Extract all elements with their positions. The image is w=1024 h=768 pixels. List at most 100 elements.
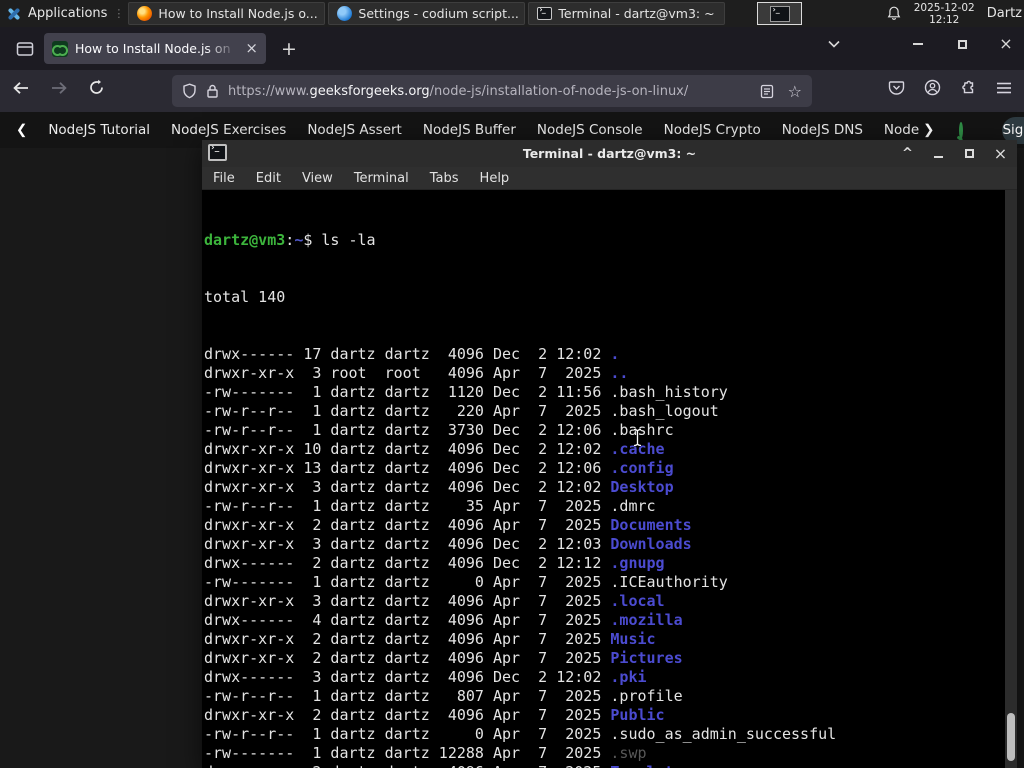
file-name: Public — [610, 706, 665, 724]
forward-button[interactable] — [50, 80, 68, 96]
menu-view[interactable]: View — [302, 171, 333, 186]
minimize-icon[interactable] — [910, 36, 926, 52]
subnav-link[interactable]: NodeJS Buffer — [423, 122, 516, 138]
file-name: .swp — [610, 744, 647, 762]
toolbar-right-icons — [888, 79, 1012, 96]
ls-output-row: -rw-r--r-- 1 dartz dartz 35 Apr 7 2025 .… — [204, 497, 656, 515]
menu-help[interactable]: Help — [480, 171, 510, 186]
file-name: Desktop — [610, 478, 674, 496]
reader-mode-icon[interactable] — [760, 84, 774, 99]
ls-output-row: drwx------ 2 dartz dartz 4096 Dec 2 12:1… — [204, 554, 665, 572]
tab-title: How to Install Node.js on — [75, 41, 231, 56]
subnav-link[interactable]: NodeJS Console — [537, 122, 643, 138]
panel-clock[interactable]: 2025-12-02 12:12 — [914, 2, 975, 26]
file-name: .bash_logout — [610, 402, 719, 420]
taskbar-button[interactable]: Settings - codium script... — [328, 2, 526, 25]
file-name: Templates — [610, 763, 691, 768]
back-button[interactable] — [12, 80, 30, 96]
list-all-tabs-icon[interactable] — [826, 36, 842, 52]
firefox-view-icon — [16, 42, 34, 56]
extensions-icon[interactable] — [960, 79, 977, 96]
applications-label: Applications — [28, 6, 108, 21]
tab-close-icon[interactable]: × — [245, 41, 258, 56]
subnav-link[interactable]: NodeJS Crypto — [664, 122, 761, 138]
shade-icon[interactable]: ^ — [901, 146, 914, 161]
ls-output-row: -rw-r--r-- 1 dartz dartz 807 Apr 7 2025 … — [204, 687, 683, 705]
menu-tabs[interactable]: Tabs — [430, 171, 459, 186]
clock-date: 2025-12-02 — [913, 1, 975, 14]
tracking-shield-icon[interactable] — [182, 83, 197, 99]
taskbar-button[interactable]: Terminal - dartz@vm3: ~ — [528, 2, 726, 25]
browser-window-controls: × — [826, 36, 1014, 52]
file-name: .sudo_as_admin_successful — [610, 725, 837, 743]
terminal-output[interactable]: dartz@vm3:~$ ls -la total 140 drwx------… — [202, 190, 1005, 768]
subnav-link[interactable]: NodeJS Assert — [307, 122, 402, 138]
ls-output-row: -rw------- 1 dartz dartz 1120 Dec 2 11:5… — [204, 383, 728, 401]
subnav-link[interactable]: NodeJS Exercises — [171, 122, 286, 138]
url-bar[interactable]: https://www.geeksforgeeks.org/node-js/in… — [172, 75, 812, 107]
file-name: .bash_history — [610, 383, 728, 401]
ls-output-row: drwxr-xr-x 2 dartz dartz 4096 Apr 7 2025… — [204, 763, 1005, 768]
prompt-user-host: dartz@vm3 — [204, 231, 286, 249]
notification-bell-icon[interactable] — [886, 5, 902, 22]
panel-status-area: 2025-12-02 12:12 Dartz — [886, 0, 1024, 27]
bookmark-star-icon[interactable]: ☆ — [788, 82, 802, 101]
subnav-link[interactable]: Node — [884, 122, 919, 138]
account-icon[interactable] — [924, 79, 941, 96]
maximize-icon[interactable] — [954, 36, 970, 52]
urlbar-actions: ☆ — [760, 82, 802, 101]
applications-menu-button[interactable]: Applications — [0, 0, 113, 27]
ls-output-row: drwx------ 17 dartz dartz 4096 Dec 2 12:… — [204, 345, 620, 363]
subnav-scroll-left-icon[interactable]: ❮ — [16, 122, 27, 138]
ls-output-row: drwxr-xr-x 13 dartz dartz 4096 Dec 2 12:… — [204, 459, 674, 477]
ls-output-row: drwxr-xr-x 10 dartz dartz 4096 Dec 2 12:… — [204, 440, 665, 458]
workspace-switcher[interactable] — [757, 2, 802, 25]
menu-terminal[interactable]: Terminal — [354, 171, 409, 186]
terminal-window-controls: ^ × — [901, 140, 1007, 167]
terminal-maximize-icon[interactable] — [963, 147, 976, 160]
menu-edit[interactable]: Edit — [256, 171, 281, 186]
browser-tab-active[interactable]: How to Install Node.js on × — [44, 33, 266, 64]
ls-output-row: drwxr-xr-x 3 dartz dartz 4096 Apr 7 2025… — [204, 592, 665, 610]
subnav-link[interactable]: NodeJS DNS — [782, 122, 863, 138]
file-name: Music — [610, 630, 656, 648]
scrollbar-thumb[interactable] — [1007, 713, 1015, 761]
taskbar-button-label: Settings - codium script... — [358, 6, 519, 21]
terminal-body: dartz@vm3:~$ ls -la total 140 drwx------… — [202, 190, 1017, 768]
file-name: .mozilla — [610, 611, 683, 629]
file-name: Pictures — [610, 649, 683, 667]
subnav-scroll-right-icon[interactable]: ❯ — [923, 122, 934, 138]
total-line: total 140 — [204, 288, 286, 306]
terminal-minimize-icon[interactable] — [932, 147, 945, 160]
taskbar-button[interactable]: How to Install Node.js o... — [128, 2, 326, 25]
firefox-icon — [137, 6, 153, 21]
file-name: Documents — [610, 516, 692, 534]
firefox-view-button[interactable] — [12, 36, 38, 62]
terminal-titlebar[interactable]: Terminal - dartz@vm3: ~ ^ × — [202, 140, 1017, 167]
close-icon[interactable]: × — [998, 36, 1014, 52]
ls-output-row: drwxr-xr-x 3 dartz dartz 4096 Dec 2 12:0… — [204, 478, 674, 496]
ls-output-row: drwxr-xr-x 3 root root 4096 Apr 7 2025 .… — [204, 364, 629, 382]
terminal-window: Terminal - dartz@vm3: ~ ^ × File Edit View… — [202, 140, 1017, 768]
file-name: .profile — [610, 687, 683, 705]
ls-output-row: drwx------ 4 dartz dartz 4096 Apr 7 2025… — [204, 611, 683, 629]
pocket-icon[interactable] — [888, 79, 905, 96]
panel-username[interactable]: Dartz — [987, 6, 1022, 21]
ls-output-row: drwxr-xr-x 3 dartz dartz 4096 Dec 2 12:0… — [204, 535, 692, 553]
top-panel: Applications ⋮ How to Install Node.js o.… — [0, 0, 1024, 27]
terminal-close-icon[interactable]: × — [994, 144, 1007, 163]
subnav-link[interactable]: NodeJS Tutorial — [48, 122, 150, 138]
reload-button[interactable] — [88, 79, 105, 96]
file-name: . — [610, 345, 620, 363]
search-icon[interactable] — [959, 121, 964, 139]
ls-output-row: drwxr-xr-x 2 dartz dartz 4096 Apr 7 2025… — [204, 630, 656, 648]
menu-hamburger-icon[interactable] — [996, 81, 1012, 95]
terminal-scrollbar[interactable] — [1005, 190, 1017, 768]
menu-file[interactable]: File — [213, 171, 235, 186]
lock-icon[interactable] — [206, 83, 219, 99]
file-name: .local — [610, 592, 665, 610]
terminal-icon — [537, 5, 553, 20]
new-tab-button[interactable]: + — [276, 36, 302, 62]
clock-time: 12:12 — [929, 13, 960, 26]
ls-output-row: drwxr-xr-x 2 dartz dartz 4096 Apr 7 2025… — [204, 649, 683, 667]
